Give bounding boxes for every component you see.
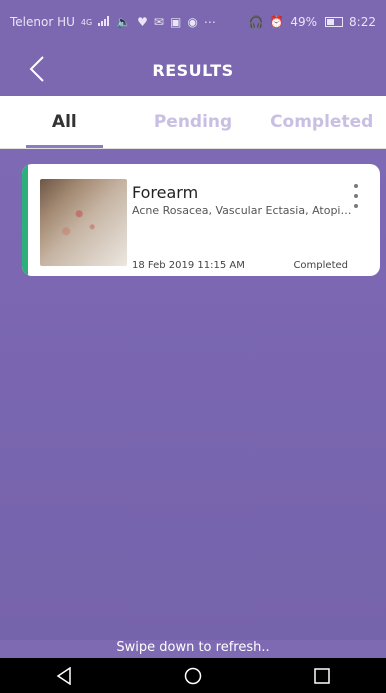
kebab-dot [354, 194, 358, 198]
more-icon: ⋯ [203, 15, 216, 29]
nav-recents-button[interactable] [302, 658, 342, 693]
results-list[interactable]: Forearm Acne Rosacea, Vascular Ectasia, … [0, 149, 386, 640]
result-title: Forearm [132, 183, 199, 202]
result-card[interactable]: Forearm Acne Rosacea, Vascular Ectasia, … [22, 164, 380, 276]
headphones-icon: 🎧 [248, 15, 264, 29]
status-left: Telenor HU 4G 🔈 ♥ ✉ ▣ ◉ ⋯ [10, 15, 216, 29]
clock: 8:22 [349, 15, 376, 29]
circle-icon: ◉ [187, 15, 198, 29]
system-nav-bar [0, 658, 386, 693]
back-button[interactable] [20, 52, 54, 86]
tab-bar: All Pending Completed [0, 96, 386, 149]
result-description: Acne Rosacea, Vascular Ectasia, Atopic..… [132, 204, 352, 217]
nav-home-button[interactable] [173, 658, 213, 693]
tab-completed[interactable]: Completed [257, 96, 386, 148]
nav-back-button[interactable] [44, 658, 84, 693]
app-bar: RESULTS [0, 44, 386, 96]
signal-icon [98, 15, 110, 29]
status-bar: Telenor HU 4G 🔈 ♥ ✉ ▣ ◉ ⋯ 🎧 ⏰ 49% 8:22 [0, 0, 386, 44]
square-recents-icon [313, 667, 330, 684]
status-right: 🎧 ⏰ 49% 8:22 [248, 15, 376, 29]
triangle-back-icon [56, 666, 72, 685]
volume-icon: 🔈 [116, 15, 132, 29]
more-options-icon[interactable] [350, 184, 362, 208]
result-date: 18 Feb 2019 11:15 AM [132, 260, 245, 271]
status-accent-bar [22, 164, 28, 276]
alarm-icon: ⏰ [269, 15, 285, 29]
battery-icon [325, 17, 344, 27]
kebab-dot [354, 204, 358, 208]
chevron-left-icon [29, 56, 44, 82]
page-title: RESULTS [152, 60, 234, 80]
carrier-label: Telenor HU [10, 15, 75, 29]
heart-icon: ♥ [137, 15, 148, 29]
gallery-icon: ▣ [169, 15, 182, 29]
result-status: Completed [293, 260, 348, 271]
refresh-hint: Swipe down to refresh.. [116, 640, 270, 655]
tab-pending[interactable]: Pending [129, 96, 258, 148]
network-label: 4G [80, 17, 93, 27]
tab-all[interactable]: All [0, 96, 129, 148]
kebab-dot [354, 184, 358, 188]
battery-percent: 49% [290, 15, 318, 29]
mail-icon: ✉ [153, 15, 164, 29]
circle-home-icon [184, 667, 202, 684]
result-thumbnail [40, 179, 127, 266]
